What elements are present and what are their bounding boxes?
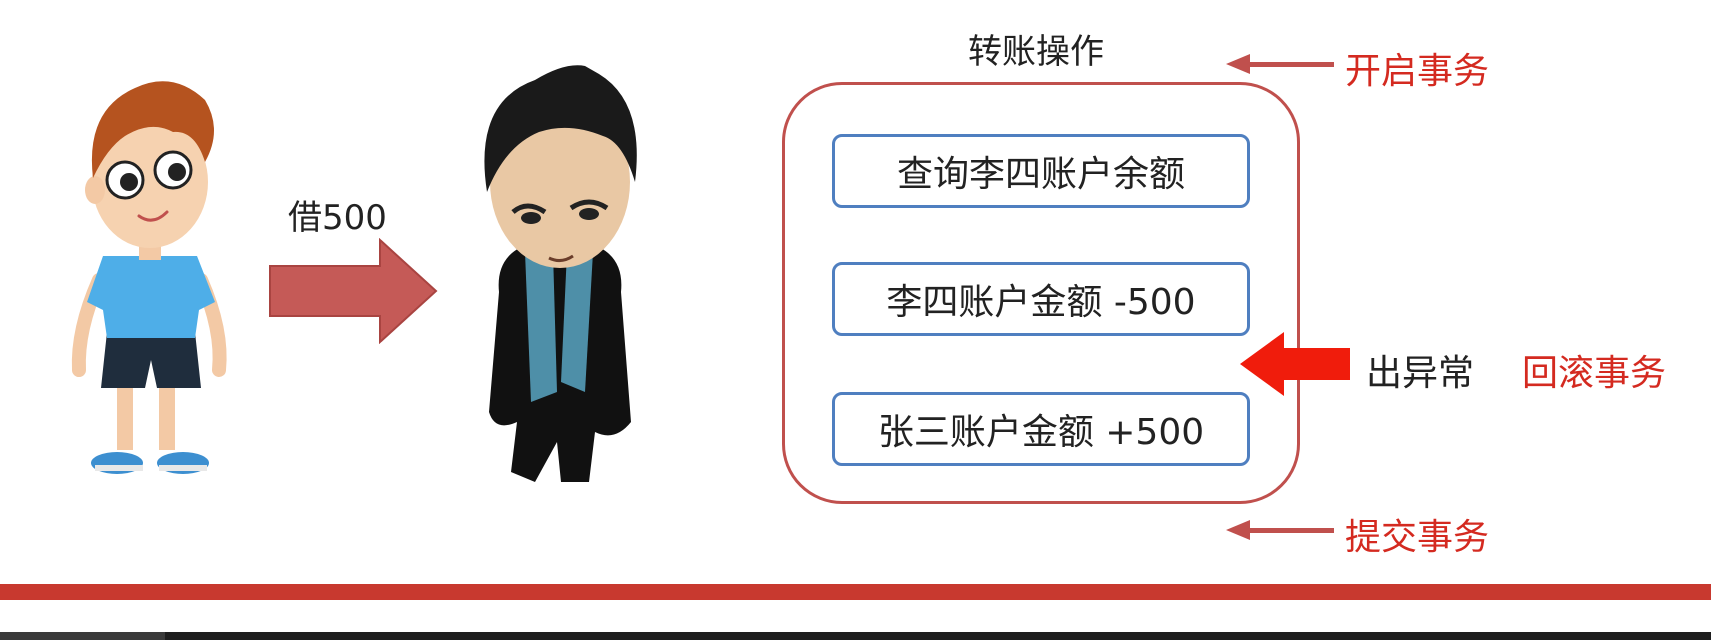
begin-transaction-label: 开启事务 [1345, 51, 1490, 92]
footer-dark-strip [0, 632, 1711, 640]
left-arrow-icon [1226, 518, 1334, 542]
exception-arrow-icon [1240, 332, 1350, 396]
step-debit: 李四账户金额 -500 [832, 262, 1250, 336]
left-arrow-icon [1226, 52, 1334, 76]
exception-label: 出异常 [1366, 353, 1475, 394]
right-arrow-icon [268, 237, 440, 345]
step-label: 查询李四账户余额 [896, 154, 1185, 195]
commit-transaction-label: 提交事务 [1345, 517, 1490, 558]
step-label: 李四账户金额 -500 [886, 282, 1196, 323]
boy-character-icon [55, 70, 245, 480]
rollback-transaction-label: 回滚事务 [1522, 353, 1667, 394]
man-in-black-coat-icon [465, 62, 655, 492]
step-query-balance: 查询李四账户余额 [832, 134, 1250, 208]
footer-dark-strip-left [0, 632, 165, 640]
diagram-title: 转账操作 [968, 32, 1104, 72]
step-credit: 张三账户金额 +500 [832, 392, 1250, 466]
step-label: 张三账户金额 +500 [877, 412, 1205, 453]
borrow-label: 借500 [288, 198, 387, 238]
footer-red-bar [0, 584, 1711, 600]
